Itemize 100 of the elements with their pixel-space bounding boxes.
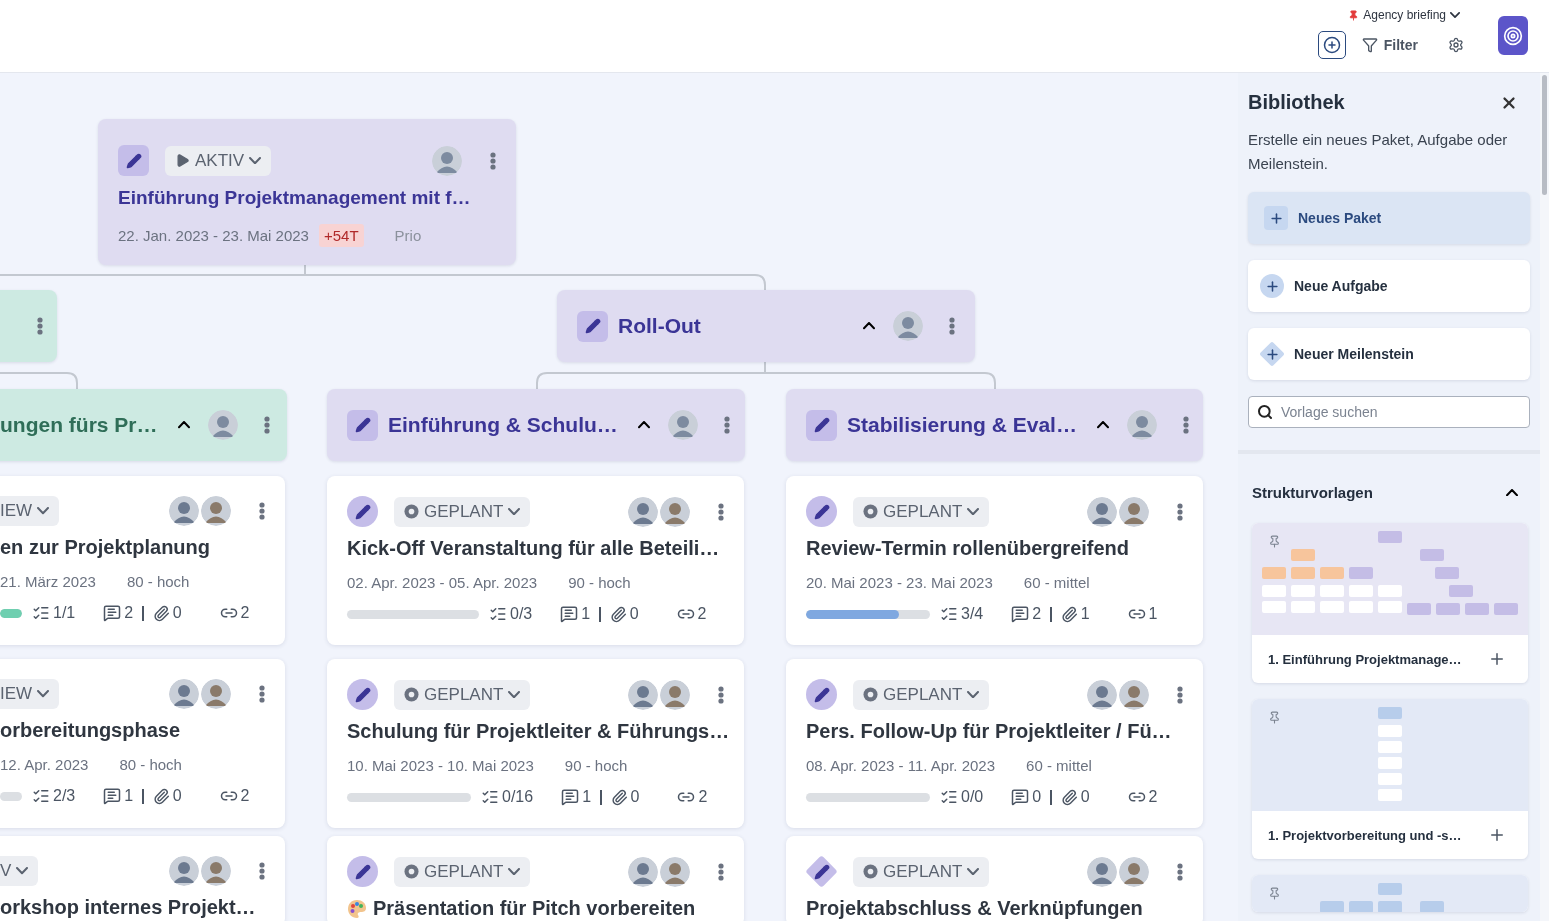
avatar-icon <box>432 145 462 176</box>
avatar-icon <box>1119 679 1149 710</box>
status-dropdown[interactable]: GEPLANT <box>853 496 990 527</box>
add-icon[interactable] <box>1488 650 1506 668</box>
more-icon[interactable] <box>259 502 265 520</box>
paperclip-icon <box>610 788 628 806</box>
pencil-icon <box>584 318 601 334</box>
more-icon[interactable] <box>263 416 270 434</box>
task-title: Review-Termin rollenübergreifend <box>806 537 1130 560</box>
more-icon[interactable] <box>259 862 265 880</box>
avatar-icon <box>660 856 690 887</box>
comment-count: 2 <box>124 604 134 622</box>
package-title: Einführung & Schulu… <box>388 413 618 437</box>
date-range: 12. Apr. 2023 <box>0 756 89 773</box>
template-name: 1. Projektvorbereitung und -s… <box>1268 827 1462 843</box>
status-dropdown[interactable]: IEW <box>0 496 60 526</box>
collapse-icon[interactable] <box>863 322 875 330</box>
status-dropdown[interactable]: GEPLANT <box>853 679 990 710</box>
status-dropdown[interactable]: GEPLANT <box>394 856 531 887</box>
create-option[interactable]: Neuer Meilenstein <box>1248 328 1530 380</box>
comment-icon <box>560 605 579 623</box>
edit-button[interactable] <box>577 310 608 342</box>
edit-button[interactable] <box>347 679 378 710</box>
add-icon[interactable] <box>1488 826 1506 844</box>
priority: 60 - mittel <box>1023 574 1090 591</box>
create-option[interactable]: Neue Aufgabe <box>1248 260 1530 312</box>
collapse-icon[interactable] <box>637 421 650 429</box>
package-title: Stabilisierung & Eval… <box>847 413 1077 437</box>
logo-button[interactable] <box>1498 16 1528 55</box>
add-button[interactable] <box>1317 31 1346 59</box>
avatar-icon <box>660 496 690 527</box>
avatar-icon <box>1126 410 1157 440</box>
collapse-icon[interactable] <box>1506 488 1518 497</box>
pencil-icon <box>813 686 830 703</box>
task-title: Kick-Off Veranstaltung für alle Beteili… <box>347 537 720 560</box>
checklist-icon <box>481 788 499 806</box>
more-icon[interactable] <box>1182 416 1189 434</box>
search-field[interactable]: Vorlage suchen <box>1248 396 1530 428</box>
avatar-icon <box>1119 496 1149 527</box>
chevron-down-icon <box>967 507 980 516</box>
link-count: 2 <box>697 605 707 623</box>
chevron-down-icon <box>508 507 521 516</box>
pin-icon <box>1268 535 1281 548</box>
edit-button[interactable] <box>806 409 837 441</box>
phase-title: Roll-Out <box>618 314 701 338</box>
link-count: 2 <box>240 787 250 805</box>
checklist-count: 2/3 <box>53 787 76 805</box>
avatar-icon <box>201 856 231 886</box>
edit-button[interactable] <box>347 496 378 527</box>
edit-button[interactable] <box>806 679 837 710</box>
filter-button[interactable]: Filter <box>1361 37 1418 53</box>
more-icon[interactable] <box>37 317 43 335</box>
status-dropdown[interactable]: AKTIV <box>165 145 272 176</box>
status-dropdown[interactable]: GEPLANT <box>853 856 990 887</box>
checklist-count: 0/16 <box>502 788 534 806</box>
edit-button[interactable] <box>347 856 378 887</box>
scrollbar[interactable] <box>1542 75 1547 195</box>
collapse-icon[interactable] <box>177 421 190 429</box>
more-icon[interactable] <box>1177 685 1183 704</box>
avatar-icon <box>169 679 199 709</box>
create-option[interactable]: Neues Paket <box>1248 192 1530 244</box>
edit-button[interactable] <box>806 496 837 527</box>
comment-icon <box>1011 605 1030 623</box>
more-icon[interactable] <box>723 416 730 434</box>
edit-button[interactable] <box>118 145 149 176</box>
target-icon <box>1503 25 1523 46</box>
status-dropdown[interactable]: V <box>0 856 39 886</box>
more-icon[interactable] <box>259 685 265 703</box>
status-dropdown[interactable]: GEPLANT <box>394 496 531 527</box>
avatar-icon <box>1087 679 1117 710</box>
panel-title: Bibliothek <box>1248 91 1345 114</box>
overdue-badge: +54T <box>318 224 364 247</box>
chevron-down-icon <box>249 156 262 165</box>
template-card[interactable]: 1. Projektvorbereitung und -s… <box>1252 699 1528 859</box>
collapse-icon[interactable] <box>1096 421 1109 429</box>
paperclip-icon <box>152 787 170 805</box>
date-range: 02. Apr. 2023 - 05. Apr. 2023 <box>347 574 538 591</box>
edit-button[interactable] <box>347 409 378 441</box>
checklist-count: 3/4 <box>961 605 984 623</box>
more-icon[interactable] <box>1177 502 1183 521</box>
task-title: Präsentation für Pitch vorbereiten <box>373 897 696 920</box>
settings-icon[interactable] <box>1448 37 1464 53</box>
more-icon[interactable] <box>1177 862 1183 881</box>
template-card[interactable]: 1. Einführung Projektmanage… <box>1252 523 1528 683</box>
more-icon[interactable] <box>718 862 724 881</box>
more-icon[interactable] <box>718 685 724 704</box>
pencil-icon <box>354 863 371 880</box>
status-dropdown[interactable]: GEPLANT <box>394 679 531 710</box>
priority: 80 - hoch <box>119 756 182 773</box>
more-icon[interactable] <box>949 317 955 335</box>
more-icon[interactable] <box>490 151 496 170</box>
paperclip-icon <box>1060 605 1078 623</box>
milestone-edit-button[interactable] <box>806 856 837 887</box>
status-dropdown[interactable]: IEW <box>0 679 60 709</box>
task-title: Pers. Follow-Up für Projektleiter / Fü… <box>806 720 1172 743</box>
avatar-icon <box>1087 856 1117 887</box>
project-menu[interactable]: Agency briefing <box>1348 8 1460 22</box>
pencil-icon <box>354 417 371 433</box>
avatar-icon <box>667 410 698 440</box>
more-icon[interactable] <box>718 502 724 521</box>
